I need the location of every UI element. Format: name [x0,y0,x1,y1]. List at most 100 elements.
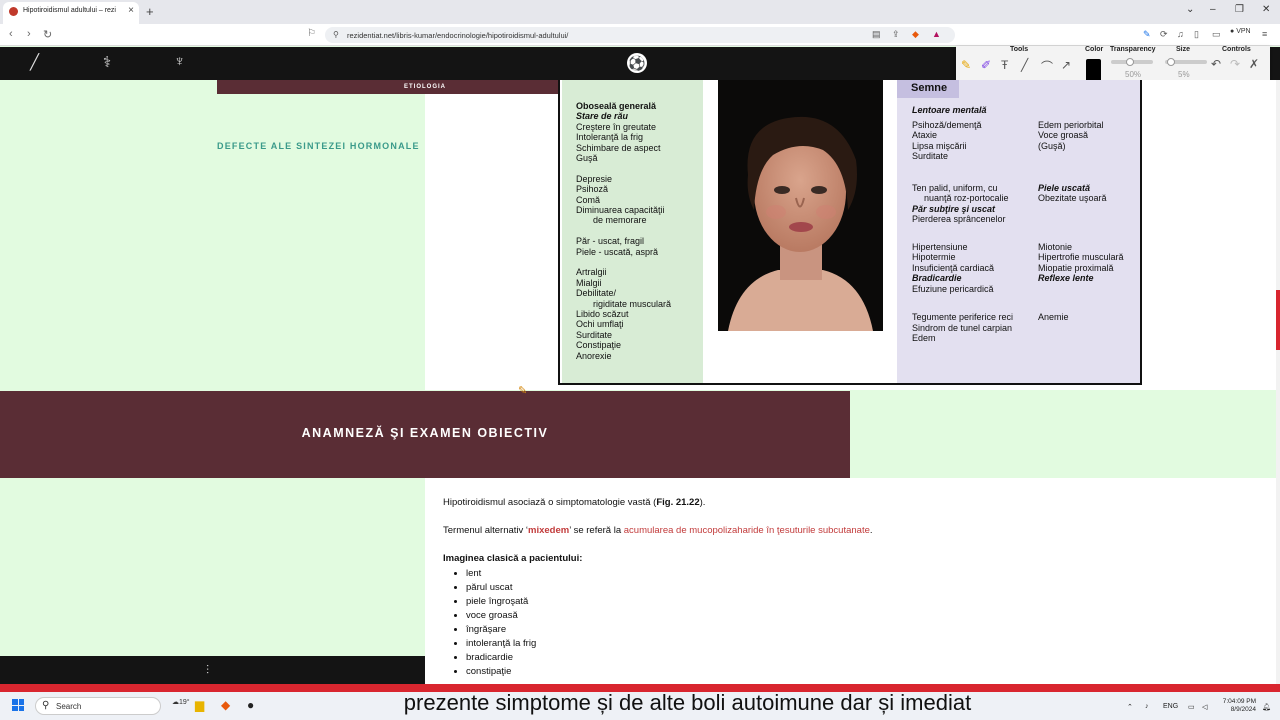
curve-tool-icon[interactable]: ⌒ [1041,58,1053,75]
vpn-button[interactable]: ● VPN [1230,28,1251,35]
microphone-icon[interactable]: ♪ [1145,703,1149,710]
patient-photo [718,80,883,331]
close-window-button[interactable]: ✕ [1262,4,1270,15]
symptom-item: Oboseală generală [576,101,657,111]
classic-list-item: părul uscat [466,581,536,595]
sign-item: Hipertrofie musculară [1038,252,1124,262]
tab-search-icon[interactable]: ⌄ [1186,4,1194,15]
volume-icon[interactable]: ◁ [1202,703,1207,711]
arrow-tool-icon[interactable]: ↗ [1061,58,1071,72]
extension2-icon[interactable]: ⟳ [1160,29,1168,40]
text-tool-icon[interactable]: Ŧ [1001,58,1008,72]
clear-icon[interactable]: ✗ [1249,57,1259,71]
tray-overflow-icon[interactable]: ⌃ [1127,703,1133,711]
symptom-item: Anorexie [576,350,612,361]
mixedem-mid: ’ se referă la [569,525,624,536]
transparency-heading: Transparency [1110,46,1156,53]
pencil-tool-icon[interactable]: ✎ [961,58,971,72]
sign-item: Hipertensiune [912,242,968,252]
audio-player-bar: ⫶ [0,656,425,684]
controls-heading: Controls [1222,46,1251,53]
mixedem-term: mixedem [528,525,570,536]
reload-icon[interactable]: ↻ [43,28,52,41]
line-tool-icon[interactable]: ╱ [1021,58,1028,72]
maximize-button[interactable]: ❐ [1235,4,1244,15]
left-column-bottom [0,478,425,656]
sign-item: Bradicardie [912,273,962,283]
figure-reference: Fig. 21.22 [656,497,700,508]
symptom-item: Diminuarea capacităţii [576,205,665,216]
scrollbar-track[interactable] [1276,80,1280,684]
color-heading: Color [1085,46,1104,53]
symptom-item: Intoleranţă la frig [576,132,644,143]
tab-active[interactable]: Hipotiroidismul adultului – rezi × [3,2,139,24]
undo-icon[interactable]: ↶ [1211,57,1221,71]
symptom-item: de memorare [593,215,647,226]
site-info-icon[interactable]: ⚲ [333,30,339,39]
tab-close-icon[interactable]: × [128,5,134,16]
reader-icon[interactable]: ▤ [872,29,881,40]
left-column [0,80,425,390]
pencil-cursor-icon: ✎ [518,385,528,397]
bookmark-icon[interactable]: ⚐ [307,28,316,39]
notifications-icon[interactable]: 🔔︎ [1262,703,1271,711]
sidebar-icon[interactable]: ▯ [1194,29,1199,40]
menu-icon[interactable]: ≡ [1262,29,1267,39]
minimize-button[interactable]: – [1210,4,1216,15]
symptom-item: rigiditate musculară [593,298,672,309]
medical-caduceus-icon[interactable]: ⚕ [103,53,111,71]
mixedem-definition-link[interactable]: acumularea de mucopolizaharide în ţesutu… [624,525,870,536]
classic-list: lentpărul uscatpiele îngroşatăvoce groas… [455,567,536,679]
mixedem-pre: Termenul alternativ ‘ [443,525,529,536]
sign-item: Sindrom de tunel carpian [912,323,1013,333]
symptom-item: Surditate [576,329,613,340]
sign-item: Obezitate uşoară [1038,193,1107,203]
marker-tool-icon[interactable]: ✐ [981,58,991,72]
symptom-item: Constipaţie [576,340,622,351]
transparency-slider[interactable] [1111,58,1153,66]
tools-heading: Tools [1010,46,1029,53]
soccer-ball-icon[interactable]: ⚽ [627,53,647,73]
sign-item: Surditate [912,151,949,161]
sign-item: Pierderea sprâncenelor [912,214,1006,224]
url-bar[interactable]: ⚲ rezidentiat.net/libris-kumar/endocrino… [325,27,955,43]
sign-item: Piele uscată [1038,183,1091,193]
redo-icon[interactable]: ↷ [1230,57,1240,71]
sign-item: (Guşă) [1038,141,1066,151]
classic-list-item: bradicardie [466,651,536,665]
symptom-item: Creştere în greutate [576,121,657,132]
back-icon[interactable]: ‹ [9,28,13,40]
size-heading: Size [1176,46,1191,53]
symptom-item: Comă [576,194,601,205]
media-icon[interactable]: ♫ [1177,29,1184,39]
classic-list-item: îngrăşare [466,623,536,637]
size-slider[interactable] [1165,58,1207,66]
rewards-icon[interactable]: ▲ [932,29,941,39]
forward-icon[interactable]: › [27,28,31,40]
classic-list-item: intoleranţă la frig [466,637,536,651]
stethoscope-icon[interactable]: ♆ [174,53,185,70]
wallet-icon[interactable]: ▭ [1212,29,1221,40]
share-icon[interactable]: ⇪ [892,29,900,40]
sign-item: Anemie [1038,312,1069,322]
transparency-value: 50% [1125,70,1142,79]
defecte-heading: DEFECTE ALE SINTEZEI HORMONALE [217,141,420,151]
pen-icon[interactable]: ╱ [30,53,39,71]
symptom-item: Psihoză [576,184,609,195]
clock-time: 7:04:09 PM [1222,698,1256,705]
audio-wave-icon[interactable]: ⫶ [206,663,209,678]
mixedem-end: . [869,525,873,536]
language-indicator[interactable]: ENG [1163,703,1178,710]
symptom-item: Schimbare de aspect [576,142,661,153]
paragraph-intro: Hipotiroidismul asociază o simptomatolog… [443,497,705,508]
clock[interactable]: 7:04:09 PM 8/9/2024 [1220,698,1256,714]
scrollbar-thumb[interactable] [1276,290,1280,350]
sign-item: Ten palid, uniform, cu [912,183,998,193]
network-icon[interactable]: ▭ [1188,703,1195,711]
brave-shields-icon[interactable]: ◆ [912,29,919,40]
extension-icon[interactable]: ✎ [1143,29,1151,40]
symptom-item: Debilitate/ [576,288,617,299]
new-tab-button[interactable]: + [146,4,154,19]
paragraph-mixedem: Termenul alternativ ‘mixedem’ se referă … [443,525,873,536]
